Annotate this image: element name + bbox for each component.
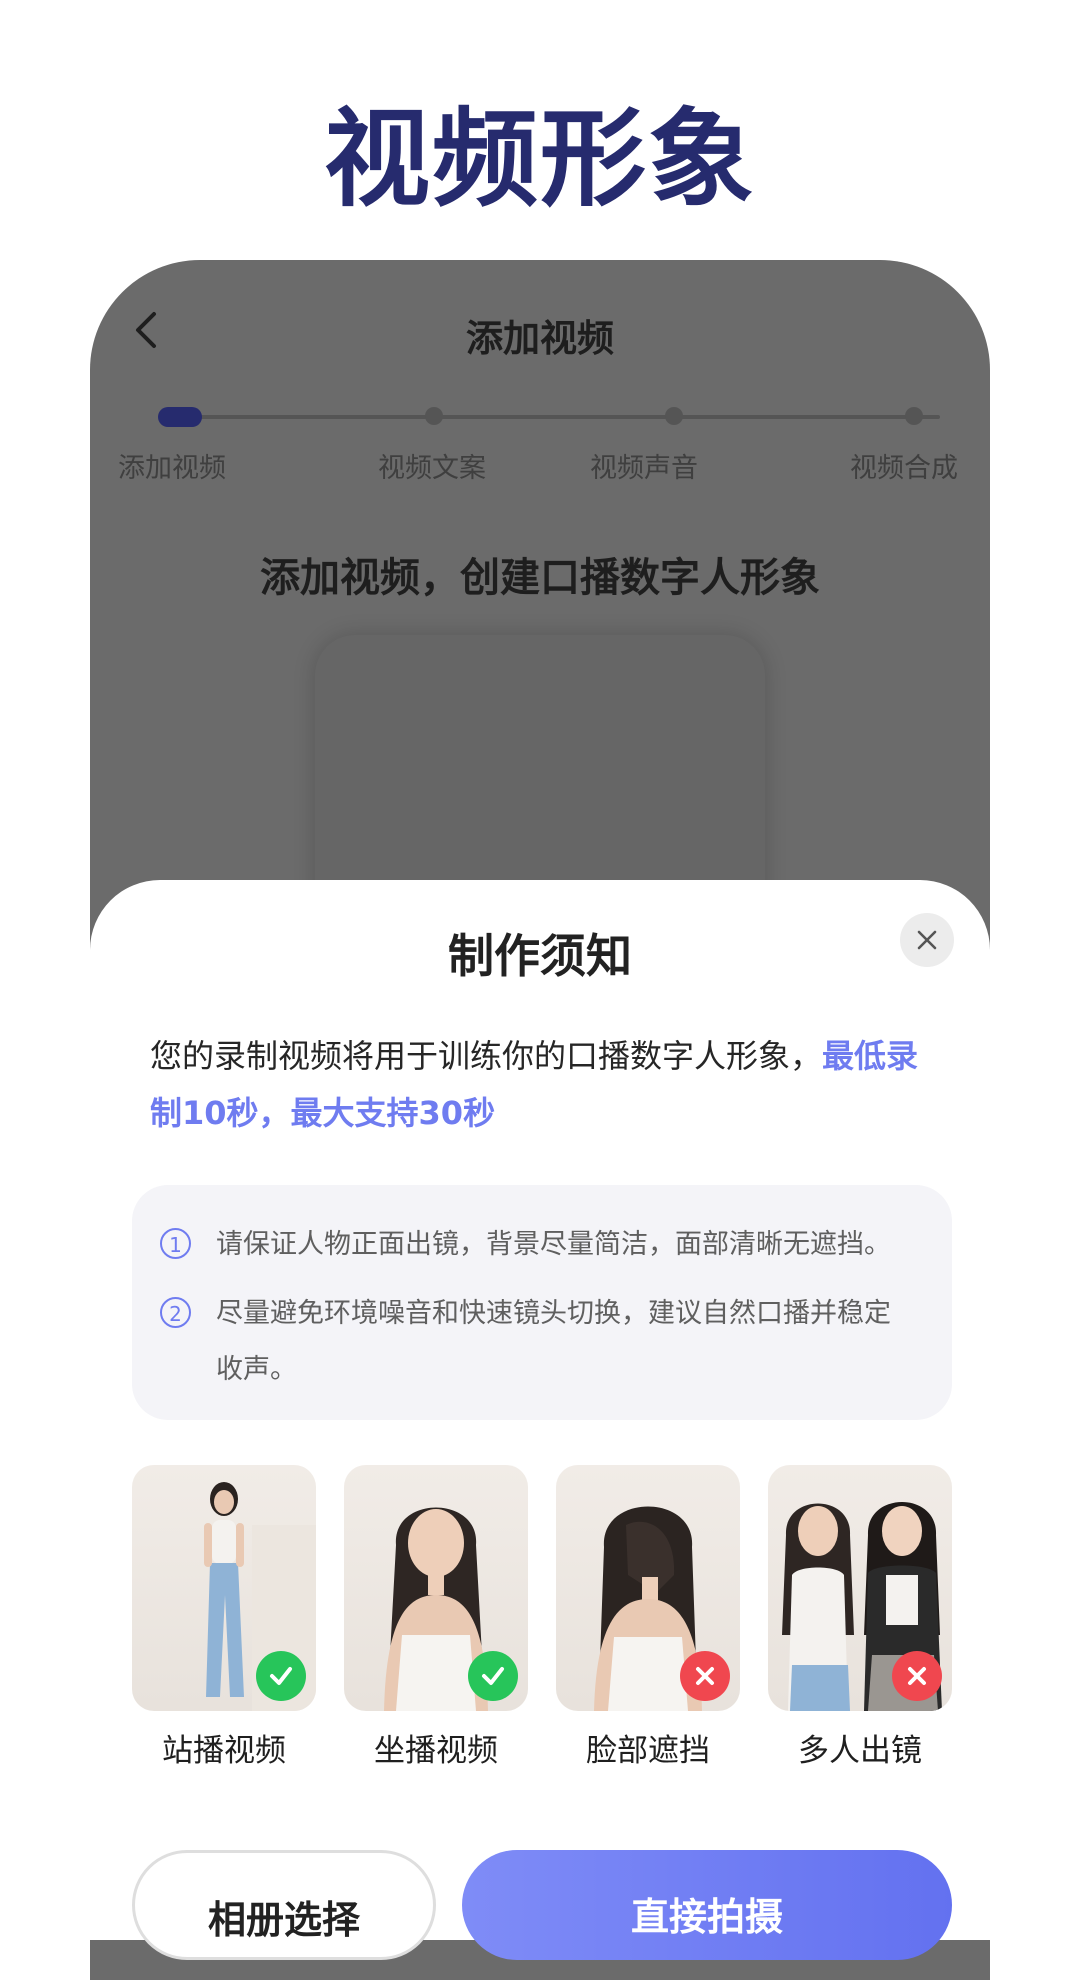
step-label-compose: 视频合成 bbox=[850, 453, 958, 484]
example-label: 多人出镜 bbox=[798, 1733, 922, 1769]
badge-correct bbox=[256, 1651, 306, 1701]
tip-text: 尽量避免环境噪音和快速镜头切换，建议自然口播并稳定收声。 bbox=[216, 1298, 891, 1385]
page-headline: 视频形象 bbox=[324, 98, 756, 221]
check-icon bbox=[482, 1667, 504, 1685]
example-photo bbox=[556, 1465, 740, 1711]
step-label-voice: 视频声音 bbox=[590, 453, 698, 484]
example-multiple-people: 多人出镜 bbox=[768, 1465, 952, 1770]
check-icon bbox=[270, 1667, 292, 1685]
badge-wrong bbox=[892, 1651, 942, 1701]
tip-number: 2 bbox=[160, 1297, 191, 1328]
sheet-title: 制作须知 bbox=[448, 929, 632, 983]
tip-text: 请保证人物正面出镜，背景尽量简洁，面部清晰无遮挡。 bbox=[216, 1229, 891, 1260]
close-button[interactable] bbox=[900, 913, 954, 967]
tip-number: 1 bbox=[160, 1228, 191, 1259]
step-label-add-video: 添加视频 bbox=[118, 453, 226, 484]
example-photo bbox=[768, 1465, 952, 1711]
step-indicator-active bbox=[158, 407, 202, 427]
close-icon bbox=[917, 930, 937, 950]
badge-wrong bbox=[680, 1651, 730, 1701]
step-progress-line bbox=[180, 415, 940, 419]
example-photo bbox=[344, 1465, 528, 1711]
cross-icon bbox=[908, 1667, 926, 1685]
shoot-directly-button[interactable]: 直接拍摄 bbox=[462, 1850, 952, 1960]
example-gallery: 站播视频 坐播视频 脸部遮挡 多人出镜 bbox=[132, 1465, 952, 1785]
example-label: 坐播视频 bbox=[374, 1733, 498, 1769]
badge-correct bbox=[468, 1651, 518, 1701]
example-photo bbox=[132, 1465, 316, 1711]
intro-text: 您的录制视频将用于训练你的口播数字人形象，最低录制10秒，最大支持30秒 bbox=[150, 1028, 940, 1142]
example-standing: 站播视频 bbox=[132, 1465, 316, 1770]
tips-box: 1 请保证人物正面出镜，背景尽量简洁，面部清晰无遮挡。 2 尽量避免环境噪音和快… bbox=[132, 1185, 952, 1420]
example-sitting: 坐播视频 bbox=[344, 1465, 528, 1770]
step-dot bbox=[905, 407, 923, 425]
intro-plain: 您的录制视频将用于训练你的口播数字人形象， bbox=[150, 1037, 823, 1075]
notice-sheet: 制作须知 您的录制视频将用于训练你的口播数字人形象，最低录制10秒，最大支持30… bbox=[90, 880, 990, 1960]
nav-title: 添加视频 bbox=[466, 317, 614, 360]
cross-icon bbox=[696, 1667, 714, 1685]
step-dot bbox=[425, 407, 443, 425]
example-label: 站播视频 bbox=[162, 1733, 286, 1769]
album-select-button[interactable]: 相册选择 bbox=[132, 1850, 436, 1960]
example-label: 脸部遮挡 bbox=[586, 1733, 710, 1769]
step-dot bbox=[665, 407, 683, 425]
step-label-script: 视频文案 bbox=[378, 453, 486, 484]
example-face-covered: 脸部遮挡 bbox=[556, 1465, 740, 1770]
app-heading: 添加视频，创建口播数字人形象 bbox=[260, 555, 820, 601]
